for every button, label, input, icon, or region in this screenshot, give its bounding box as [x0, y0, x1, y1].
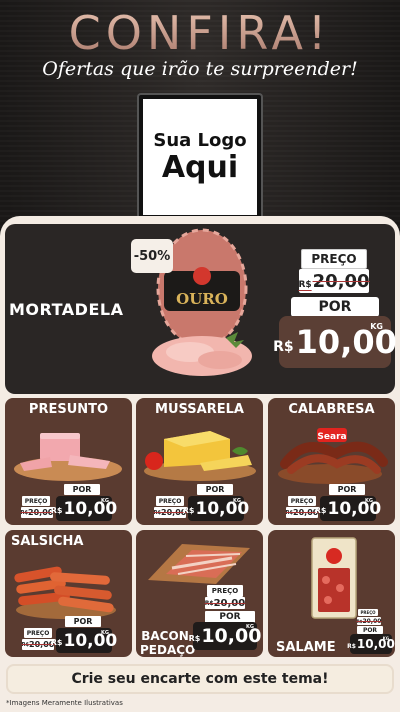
new-price: R$ 10,00 KG: [315, 496, 381, 521]
product-name: PRESUNTO: [28, 402, 109, 417]
preco-label: PREÇO: [207, 585, 243, 597]
preco-label: PREÇO: [24, 628, 52, 638]
old-price: R$ 20,00: [285, 507, 319, 518]
logo-line-2: Aqui: [161, 150, 239, 185]
unit-label: KG: [370, 322, 383, 331]
featured-new-price: R$ 10,00 KG: [273, 316, 397, 368]
old-price: R$ 20,00: [153, 507, 187, 518]
footnote: *Imagens Meramente Ilustrativas: [6, 699, 123, 707]
product-name: SALSICHA: [11, 534, 84, 549]
salame-image: [311, 537, 357, 619]
old-price: R$ 20,00: [356, 617, 382, 625]
preco-label: PREÇO: [156, 496, 184, 506]
new-price: R$ 10,00 KG: [189, 622, 261, 650]
page-title: CONFIRA!: [0, 6, 400, 60]
featured-old-price: R$20,00: [298, 269, 370, 293]
bacon-image: [148, 544, 250, 584]
por-label: POR: [329, 484, 365, 495]
old-price: R$ 20,00: [204, 597, 246, 609]
por-label: POR: [197, 484, 233, 495]
presunto-image: [14, 433, 122, 481]
featured-product-name: MORTADELA: [9, 300, 124, 319]
currency-symbol: R$: [273, 339, 294, 355]
logo-placeholder[interactable]: Sua Logo Aqui: [139, 95, 261, 219]
product-name: MUSSARELA: [155, 402, 244, 417]
product-name: BACON PEDAÇO: [140, 629, 196, 657]
discount-badge: -50%: [131, 239, 173, 273]
por-label: POR: [65, 616, 101, 627]
old-price: R$ 20,00: [21, 639, 55, 650]
preco-label: PREÇO: [358, 609, 378, 616]
por-label: POR: [357, 626, 383, 634]
new-price: R$ 10,00 KG: [347, 634, 395, 654]
salsicha-image: [14, 566, 116, 619]
new-price: R$ 10,00 KG: [51, 628, 117, 653]
mussarela-image: [144, 431, 256, 481]
new-price: R$ 10,00 KG: [183, 496, 249, 521]
cta-button[interactable]: Crie seu encarte com este tema!: [6, 664, 394, 694]
logo-line-1: Sua Logo: [153, 130, 247, 151]
por-label: POR: [64, 484, 100, 495]
page-subtitle: Ofertas que irão te surpreender!: [42, 58, 358, 80]
preco-label: PREÇO: [22, 496, 50, 506]
new-price: R$ 10,00 KG: [51, 496, 117, 521]
featured-preco-label: PREÇO: [301, 249, 367, 269]
old-price: R$ 20,00: [20, 507, 54, 518]
brand-ouro-label: OURO: [176, 290, 228, 308]
product-name: CALABRESA: [288, 402, 375, 417]
preco-label: PREÇO: [288, 496, 316, 506]
seara-brand-label: Seara: [317, 432, 346, 442]
product-name: SALAME: [276, 640, 336, 655]
featured-por-label: POR: [291, 297, 379, 317]
calabresa-image: Seara: [278, 428, 388, 484]
